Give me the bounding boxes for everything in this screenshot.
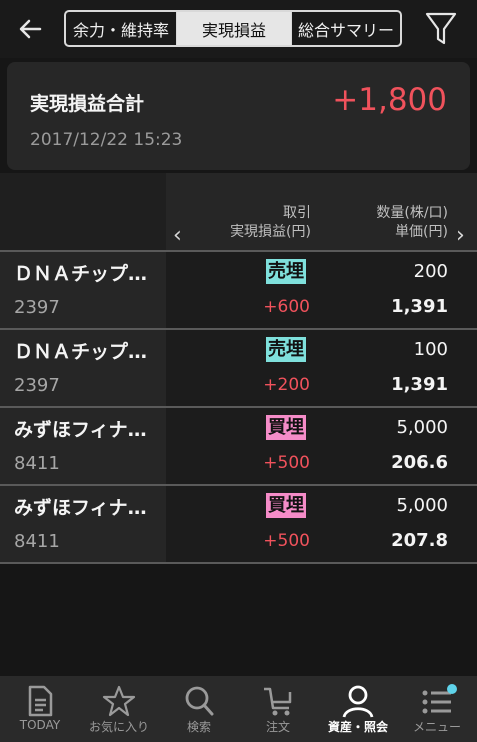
nav-item-assets[interactable]: 資産・照会: [318, 676, 398, 742]
nav-item-order[interactable]: 注文: [238, 676, 318, 742]
stock-name: みずほフィナ…: [14, 419, 147, 441]
col-header-realized-pnl: 実現損益(円): [230, 224, 311, 240]
stock-name: みずほフィナ…: [14, 497, 147, 519]
tab-margin-rate[interactable]: 余力・維持率: [66, 12, 177, 45]
view-tab-switcher: 余力・維持率 実現損益 総合サマリー: [64, 10, 402, 47]
realized-pnl-value: +500: [263, 453, 310, 473]
chevron-right-icon[interactable]: ›: [456, 223, 465, 248]
nav-label-favorites: お気に入り: [88, 720, 149, 734]
stock-code: 2397: [14, 297, 60, 318]
quantity-value: 5,000: [396, 417, 448, 438]
nav-item-menu[interactable]: メニュー: [397, 676, 477, 742]
quantity-value: 200: [413, 261, 448, 282]
tab-realized-pnl[interactable]: 実現損益: [177, 12, 292, 45]
col-header-quantity: 数量(株/口): [376, 205, 448, 221]
realized-pnl-value: +200: [263, 375, 310, 395]
nav-item-today[interactable]: TODAY: [0, 676, 80, 742]
stock-code: 8411: [14, 531, 60, 552]
stock-code: 2397: [14, 375, 60, 396]
unit-price-value: 1,391: [391, 374, 448, 395]
nav-label-search: 検索: [186, 720, 211, 734]
summary-total-value: +1,800: [332, 82, 447, 118]
nav-label-today: TODAY: [19, 718, 61, 732]
trade-type-badge: 売埋: [266, 259, 306, 284]
person-icon: [342, 685, 374, 718]
nav-label-order: 注文: [265, 720, 290, 734]
cart-icon: [264, 687, 292, 716]
trade-type-badge: 買埋: [266, 415, 306, 440]
nav-item-favorites[interactable]: お気に入り: [79, 676, 159, 742]
nav-label-assets: 資産・照会: [327, 720, 388, 734]
quantity-value: 100: [413, 339, 448, 360]
realized-pnl-value: +600: [263, 297, 310, 317]
realized-pnl-value: +500: [263, 531, 310, 551]
document-icon: [28, 685, 53, 717]
star-icon: [102, 685, 136, 717]
chevron-left-icon[interactable]: ‹: [173, 223, 182, 248]
unit-price-value: 206.6: [391, 452, 448, 473]
notification-dot: [447, 684, 457, 694]
stock-name: ＤＮＡチップ…: [14, 341, 148, 363]
stock-name: ＤＮＡチップ…: [14, 263, 148, 285]
search-icon: [185, 686, 214, 716]
table-header-name-cell: [0, 173, 166, 251]
col-header-unit-price: 単価(円): [395, 224, 448, 240]
stock-code: 8411: [14, 453, 60, 474]
quantity-value: 5,000: [396, 495, 448, 516]
filter-icon[interactable]: [424, 10, 458, 48]
nav-item-search[interactable]: 検索: [159, 676, 239, 742]
summary-timestamp: 2017/12/22 15:23: [30, 130, 183, 150]
trade-type-badge: 売埋: [266, 337, 306, 362]
unit-price-value: 207.8: [391, 530, 448, 551]
row-divider: [0, 562, 477, 564]
summary-label: 実現損益合計: [30, 93, 145, 115]
tab-total-summary[interactable]: 総合サマリー: [292, 12, 400, 45]
col-header-trade: 取引: [283, 205, 311, 221]
trade-type-badge: 買埋: [266, 493, 306, 518]
unit-price-value: 1,391: [391, 296, 448, 317]
back-arrow-icon[interactable]: [14, 12, 48, 46]
nav-label-menu: メニュー: [412, 720, 461, 734]
